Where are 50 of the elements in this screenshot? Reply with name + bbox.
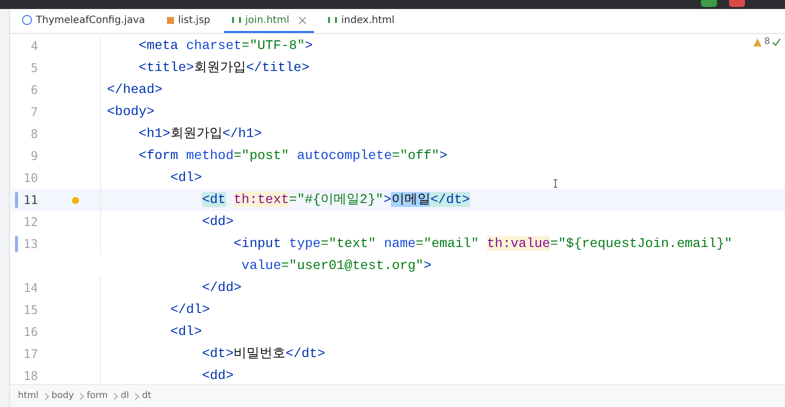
breadcrumb[interactable]: dl xyxy=(120,391,129,401)
code-line: <dd> xyxy=(200,367,234,384)
breadcrumb[interactable]: dt xyxy=(142,391,152,401)
file-icon xyxy=(167,16,174,24)
breadcrumb[interactable]: html xyxy=(18,391,39,401)
text-cursor-icon xyxy=(553,179,558,188)
warning-icon[interactable] xyxy=(753,38,762,46)
line-number: 8 xyxy=(30,127,38,141)
breadcrumb[interactable]: body xyxy=(52,391,74,401)
code-line: <meta charset="UTF-8"> xyxy=(138,37,313,55)
line-number: 6 xyxy=(30,83,38,97)
code-line: <input type="text" name="email" th:value="${requestJoin.email}" xyxy=(232,235,732,253)
code-line: <title>회원가입</title> xyxy=(138,59,310,77)
line-number: 14 xyxy=(22,281,38,295)
close-icon[interactable] xyxy=(299,16,306,24)
line-number: 7 xyxy=(30,105,38,119)
code-line: <form method="post" autocomplete="off"> xyxy=(138,147,448,165)
editor-tab[interactable]: list.jsp xyxy=(159,9,218,33)
check-icon[interactable] xyxy=(772,38,781,46)
code-line: <body> xyxy=(106,103,154,121)
code-line: </head> xyxy=(106,81,162,99)
code-line: <dt>비밀번호</dt> xyxy=(200,345,326,363)
code-line: <dt th:text="#{이메일2}">이메일</dt> xyxy=(200,191,470,209)
line-number: 16 xyxy=(22,325,38,339)
line-number: 17 xyxy=(22,347,38,361)
line-number: 9 xyxy=(30,149,38,163)
line-number: 4 xyxy=(30,39,38,53)
code-line: <dd> xyxy=(200,213,234,231)
line-number: 13 xyxy=(22,237,38,251)
code-line: value="user01@test.org"> xyxy=(240,257,432,275)
editor-tab[interactable]: ThymeleafConfig.java xyxy=(14,9,154,33)
breadcrumb[interactable]: form xyxy=(86,391,108,401)
code-line: <h1>회원가입</h1> xyxy=(138,125,262,143)
warning-count[interactable]: 8 xyxy=(764,37,770,47)
line-number: 15 xyxy=(22,303,38,317)
code-line: </dl> xyxy=(169,301,210,319)
code-line: <dl> xyxy=(169,169,202,187)
run-button[interactable] xyxy=(701,0,717,7)
line-number: 11 xyxy=(22,193,38,207)
line-number: 5 xyxy=(30,61,38,75)
stop-button[interactable] xyxy=(729,0,745,7)
editor-tab[interactable]: join.html xyxy=(224,9,314,33)
line-number: 18 xyxy=(22,369,38,383)
line-number: 10 xyxy=(22,171,38,185)
code-line: </dd> xyxy=(200,279,242,297)
editor-tab[interactable]: index.html xyxy=(320,9,403,33)
change-marker[interactable] xyxy=(15,236,18,252)
change-marker[interactable] xyxy=(15,192,18,208)
line-number: 12 xyxy=(22,215,38,229)
code-line: <dl> xyxy=(169,323,202,341)
